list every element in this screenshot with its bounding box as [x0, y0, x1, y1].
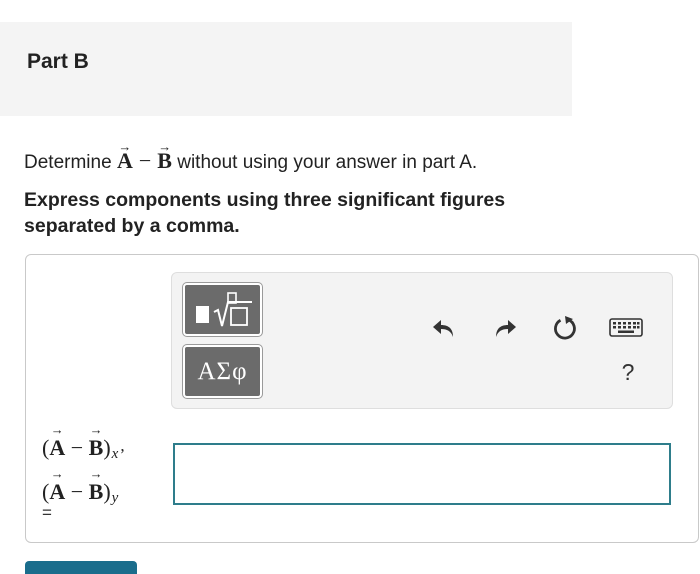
vector-b: → B [157, 139, 172, 173]
symbols-button[interactable]: ΑΣφ [183, 345, 262, 398]
keyboard-icon [609, 318, 643, 337]
answer-label: (→ A − → B)x, (→ A − → B)y [42, 422, 182, 515]
question-suffix: without using your answer in part A. [177, 152, 478, 173]
redo-button[interactable] [490, 313, 520, 343]
minus-sign: − [138, 148, 152, 173]
math-toolbar: ΑΣφ ? [171, 272, 673, 409]
question-text: Determine → A − → B without using your answe… [24, 139, 478, 174]
equals-sign: = [42, 503, 52, 522]
undo-icon [433, 320, 453, 337]
part-title: Part B [27, 50, 89, 73]
templates-button[interactable] [183, 283, 262, 336]
help-button[interactable]: ? [613, 359, 643, 391]
answer-label-y: (→ A − → B)y [42, 466, 119, 506]
redo-icon [496, 320, 516, 337]
reset-icon [554, 316, 576, 340]
answer-label-x: (→ A − → B)x, [42, 422, 125, 462]
templates-icon [195, 291, 252, 326]
question-prefix: Determine [24, 152, 112, 173]
answer-box: ΑΣφ ? (→ A − → B)x , (→ A − → B)y = [25, 254, 699, 543]
answer-input[interactable] [173, 443, 671, 505]
keyboard-button[interactable] [608, 313, 644, 343]
vector-a: → A [116, 139, 133, 173]
undo-button[interactable] [429, 313, 459, 343]
instructions: Express components using three significa… [24, 189, 506, 237]
submit-button[interactable] [25, 561, 137, 574]
reset-button[interactable] [550, 313, 580, 343]
